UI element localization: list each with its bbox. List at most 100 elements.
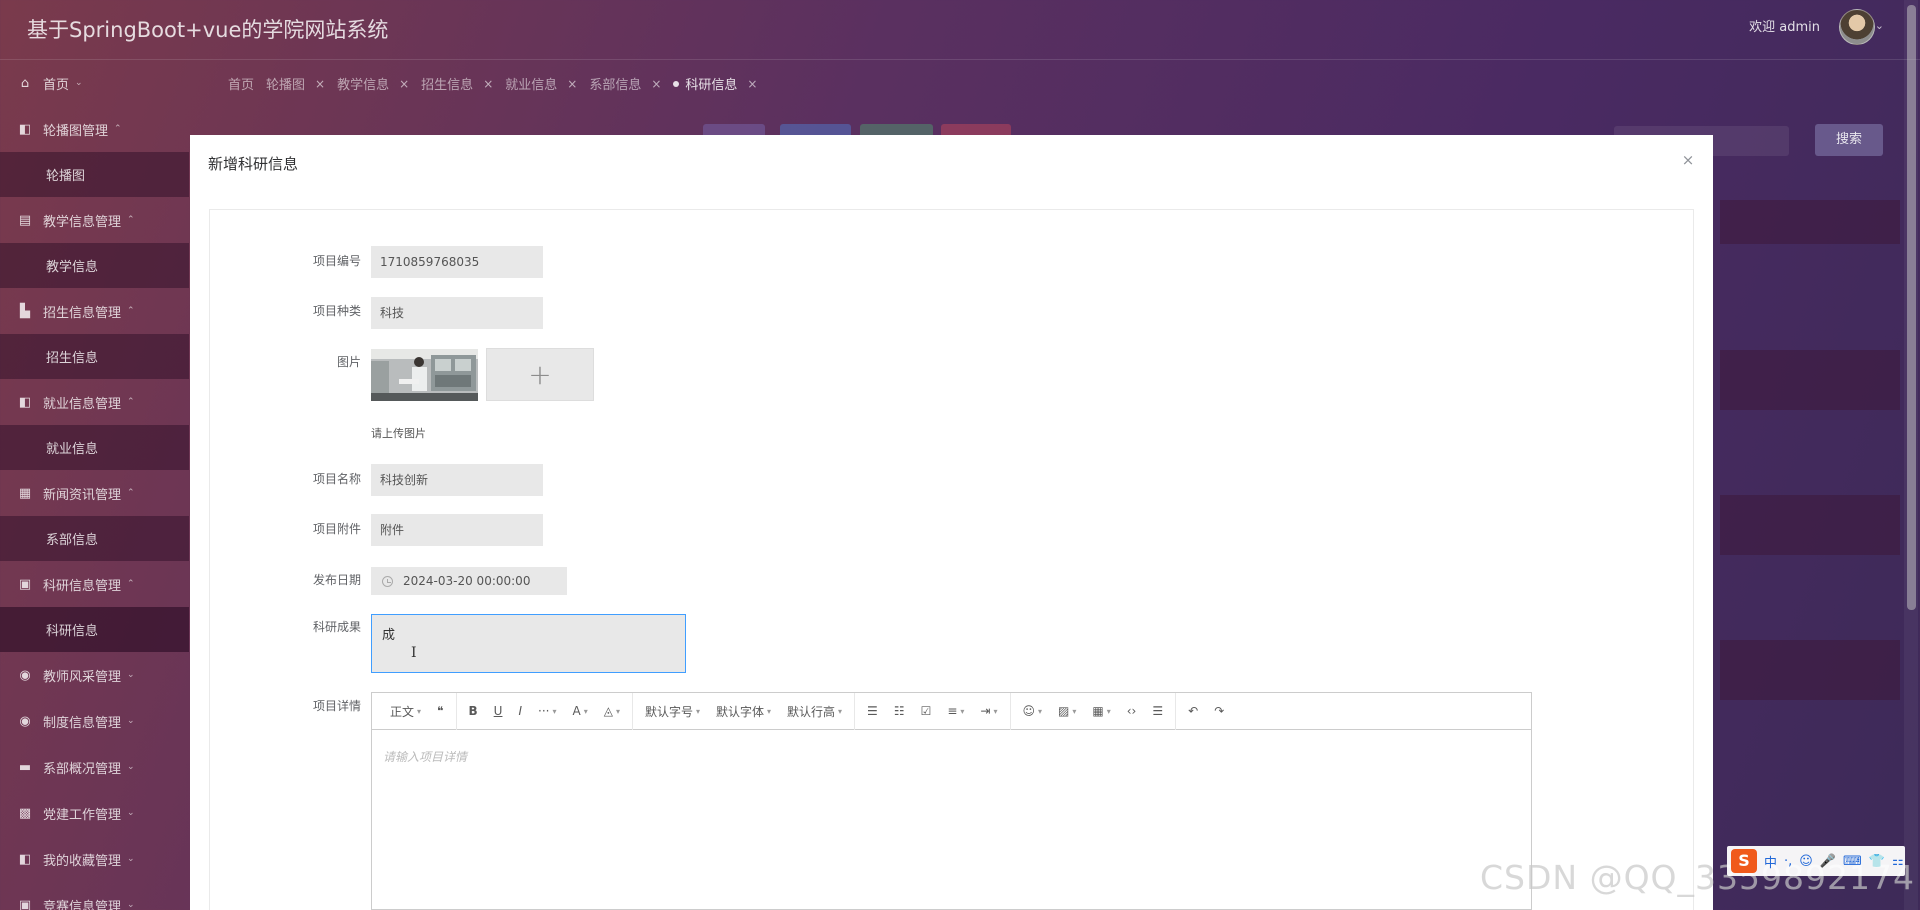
clock-icon [382,575,393,587]
publish-date-picker[interactable]: 2024-03-20 00:00:00 [371,567,567,595]
sidebar-subitem[interactable]: 就业信息 [0,425,189,470]
sidebar-subitem[interactable]: 教学信息 [0,243,189,288]
ime-button[interactable]: ⌨ [1843,854,1862,869]
sidebar-subitem[interactable]: 招生信息 [0,334,189,379]
tab[interactable]: 教学信息 × [337,74,409,94]
heading-select-icon[interactable]: 正文 ▾ [382,699,429,723]
bg-color-icon[interactable]: ◬ ▾ [596,699,628,723]
divider-icon[interactable]: ☰ [1144,699,1171,723]
sidebar-item[interactable]: ◧ 就业信息管理 ⌃ [0,379,189,425]
emoji-icon[interactable]: ☺ ▾ [1015,699,1051,723]
close-icon[interactable]: × [315,77,325,91]
project-type-input[interactable]: 科技 [371,297,543,329]
text-cursor-icon: I [411,645,417,661]
sidebar-item[interactable]: ▬ 系部概况管理 ⌄ [0,744,189,790]
tab[interactable]: 轮播图 × [266,74,325,94]
achievement-textarea[interactable]: 成 [371,614,686,673]
tab[interactable]: 科研信息 × [673,74,757,93]
active-dot-icon [673,80,680,87]
undo-icon[interactable]: ↶ [1180,699,1206,723]
sidebar-item[interactable]: ▙ 招生信息管理 ⌃ [0,288,189,334]
ime-button[interactable]: 🎤 [1820,854,1836,869]
avatar[interactable] [1839,9,1875,45]
sidebar-subitem[interactable]: 轮播图 [0,152,189,197]
chevron-down-icon[interactable]: ⌄ [1875,19,1884,32]
close-icon[interactable]: × [567,77,577,91]
attachment-input[interactable]: 附件 [371,514,543,546]
toolbar-label: ☰ [867,704,878,718]
chevron-down-icon: ⌄ [127,762,135,772]
toolbar-divider [631,692,633,730]
scrollbar-thumb[interactable] [1907,5,1916,610]
close-icon[interactable]: × [483,77,493,91]
image-upload-button[interactable]: + [486,348,594,401]
ime-toolbar[interactable]: S 中 ·, ☺ 🎤 ⌨ 👕 ⚏ [1727,846,1905,876]
ime-button[interactable]: ·, [1784,854,1792,869]
todo-icon[interactable]: ☑ [913,699,940,723]
numbered-list-icon[interactable]: ☷ [886,699,913,723]
project-no-input[interactable]: 1710859768035 [371,246,543,278]
image-insert-icon[interactable]: ▨ ▾ [1050,699,1084,723]
chevron-down-icon: ⌄ [75,78,83,88]
toolbar-label: ▨ [1058,704,1070,718]
sidebar-item[interactable]: ◧ 我的收藏管理 ⌄ [0,836,189,882]
ime-button[interactable]: 中 [1764,852,1777,871]
sidebar-item[interactable]: ▩ 党建工作管理 ⌄ [0,790,189,836]
ime-button[interactable]: ☺ [1799,854,1813,869]
sidebar-item-label: 轮播图管理 [43,123,109,139]
ime-button[interactable]: 👕 [1869,854,1885,869]
toolbar-label: ⇥ [980,704,991,718]
sidebar-item[interactable]: ▣ 竞赛信息管理 ⌄ [0,882,189,910]
table-insert-icon[interactable]: ▦ ▾ [1084,699,1118,723]
sidebar-item[interactable]: ◉ 教师风采管理 ⌄ [0,652,189,698]
close-icon[interactable]: × [651,77,661,91]
blockquote-icon[interactable]: ❝ [429,699,451,723]
project-name-input[interactable]: 科技创新 [371,464,543,496]
bullet-list-icon[interactable]: ☰ [859,699,886,723]
uploaded-image-thumbnail[interactable] [371,349,478,401]
chevron-up-icon: ⌃ [127,397,135,407]
tab[interactable]: 首页 [228,74,254,93]
code-icon[interactable]: ‹› [1119,699,1145,723]
font-family-select-icon[interactable]: 默认字体 ▾ [708,699,779,723]
sidebar-item[interactable]: ⌂ 首页 ⌄ [0,60,189,106]
sidebar-item-label: 制度信息管理 [43,715,122,731]
sidebar-item-label: 首页 [43,77,70,93]
toolbar-label: 默认行高 [787,704,836,719]
sidebar-subitem[interactable]: 科研信息 [0,607,189,652]
ime-button[interactable]: ⚏ [1892,854,1904,869]
competition-icon: ▣ [18,897,32,910]
sidebar-item[interactable]: ▣ 科研信息管理 ⌃ [0,561,189,607]
close-icon[interactable]: × [747,77,757,91]
sidebar-item[interactable]: ▦ 新闻资讯管理 ⌃ [0,470,189,516]
close-icon[interactable]: × [1681,153,1695,168]
dialog-title: 新增科研信息 [208,155,299,173]
sidebar-item-label: 科研信息管理 [43,578,122,594]
close-icon[interactable]: × [399,77,409,91]
more-format-icon[interactable]: ··· ▾ [530,699,564,723]
italic-icon[interactable]: I [510,699,530,723]
search-button[interactable]: 搜索 [1815,124,1883,156]
favorite-icon: ◧ [18,851,32,867]
sidebar-item[interactable]: ◧ 轮播图管理 ⌃ [0,106,189,152]
editor-placeholder[interactable]: 请输入项目详情 [383,748,467,765]
indent-icon[interactable]: ⇥ ▾ [972,699,1005,723]
line-height-select-icon[interactable]: 默认行高 ▾ [779,699,850,723]
table-row [1720,200,1900,244]
toolbar-label: ◬ [603,704,613,718]
redo-icon[interactable]: ↷ [1206,699,1232,723]
image-label: 图片 [336,355,361,369]
sidebar-item[interactable]: ▤ 教学信息管理 ⌃ [0,197,189,243]
underline-icon[interactable]: U [486,699,511,723]
ime-logo-icon[interactable]: S [1731,849,1757,873]
tab[interactable]: 招生信息 × [421,74,493,94]
rich-text-editor[interactable]: 正文 ▾ ❝ B U I ··· ▾ A ▾ ◬ ▾ 默认字号 ▾ 默认字体 ▾ 默认行高 ▾ ☰ ☷ ☑ ≡ ▾ ⇥ ▾ ☺ ▾ ▨… [371,692,1532,910]
align-icon[interactable]: ≡ ▾ [939,699,972,723]
font-size-select-icon[interactable]: 默认字号 ▾ [637,699,708,723]
font-color-icon[interactable]: A ▾ [564,699,595,723]
bold-icon[interactable]: B [461,699,486,723]
sidebar-subitem[interactable]: 系部信息 [0,516,189,561]
tab[interactable]: 系部信息 × [589,74,661,94]
tab[interactable]: 就业信息 × [505,74,577,94]
sidebar-item[interactable]: ◉ 制度信息管理 ⌄ [0,698,189,744]
